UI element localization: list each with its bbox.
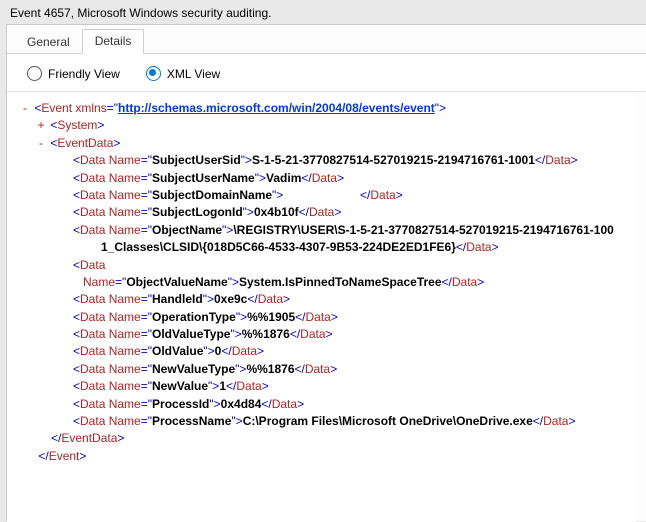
collapse-icon[interactable]: -: [19, 100, 31, 117]
eventdata-open-tag: EventData: [57, 136, 113, 150]
tab-details[interactable]: Details: [82, 29, 145, 54]
window-title: Event 4657, Microsoft Windows security a…: [0, 0, 646, 24]
data-element: <Data Name="OldValueType">%%1876</Data>: [19, 326, 624, 343]
radio-icon: [27, 66, 42, 81]
data-element: <Data Name="OperationType">%%1905</Data>: [19, 309, 624, 326]
eventdata-close-tag: EventData: [61, 431, 117, 445]
data-element: <Data Name="NewValue">1</Data>: [19, 378, 624, 395]
data-element: <Data Name="ObjectName">\REGISTRY\USER\S…: [19, 222, 624, 257]
system-tag: System: [57, 118, 97, 132]
xml-view-label: XML View: [167, 67, 220, 81]
xml-view-radio[interactable]: XML View: [146, 66, 220, 81]
event-close-tag: Event: [49, 449, 80, 463]
data-element: <Data Name="HandleId">0xe9c</Data>: [19, 291, 624, 308]
data-element: <Data Name="SubjectUserSid">S-1-5-21-377…: [19, 152, 624, 169]
xml-content: - <Event xmlns="http://schemas.microsoft…: [7, 92, 636, 522]
event-open-tag: Event: [41, 101, 72, 115]
data-element: <Data Name="NewValueType">%%1876</Data>: [19, 361, 624, 378]
tabs: General Details: [7, 25, 646, 54]
details-panel: General Details Friendly View XML View -…: [6, 24, 646, 521]
friendly-view-label: Friendly View: [48, 67, 120, 81]
data-element: <Data Name="SubjectUserName">Vadim</Data…: [19, 170, 624, 187]
expand-icon[interactable]: +: [35, 117, 47, 134]
friendly-view-radio[interactable]: Friendly View: [27, 66, 120, 81]
collapse-icon[interactable]: -: [35, 135, 47, 152]
xmlns-link[interactable]: http://schemas.microsoft.com/win/2004/08…: [118, 101, 435, 115]
data-element: <Data Name="ObjectValueName">System.IsPi…: [19, 257, 624, 292]
data-element: <Data Name="OldValue">0</Data>: [19, 343, 624, 360]
data-element: <Data Name="SubjectLogonId">0x4b10f</Dat…: [19, 204, 624, 221]
data-element: <Data Name="ProcessId">0x4d84</Data>: [19, 396, 624, 413]
tab-general[interactable]: General: [15, 31, 82, 54]
data-element: <Data Name="ProcessName">C:\Program File…: [19, 413, 624, 430]
view-options: Friendly View XML View: [7, 54, 646, 92]
radio-icon: [146, 66, 161, 81]
data-element: <Data Name="SubjectDomainName"> </Data>: [19, 187, 624, 204]
